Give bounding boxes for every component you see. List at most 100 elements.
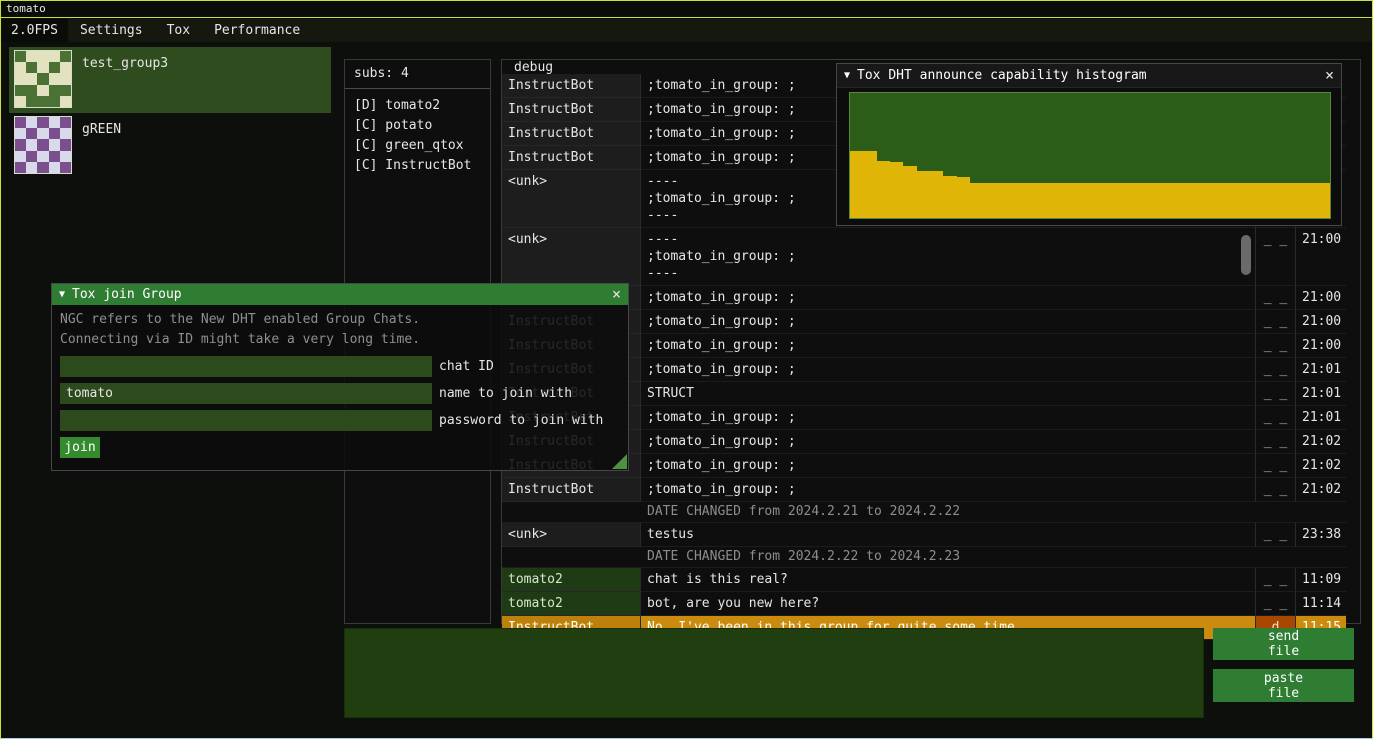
join-fields: chat IDtomatoname to join withpassword t… [60, 356, 620, 431]
histogram-bar [1050, 183, 1063, 218]
chat-scrollbar-thumb[interactable] [1241, 235, 1251, 275]
histogram-bar [943, 176, 956, 219]
message-text: ;tomato_in_group: ; [641, 454, 1256, 478]
join-field-row: chat ID [60, 356, 620, 377]
histogram-window-titlebar[interactable]: ▼ Tox DHT announce capability histogram … [837, 64, 1341, 88]
message-flags: _ _ [1256, 478, 1296, 502]
menu-item-performance[interactable]: Performance [202, 19, 312, 42]
message-text: chat is this real? [641, 568, 1256, 592]
histogram-bar [1023, 183, 1036, 218]
join-info-line: NGC refers to the New DHT enabled Group … [60, 310, 620, 330]
app-window: tomato 2.0FPS SettingsToxPerformance tes… [0, 0, 1373, 739]
message-sender: InstructBot [502, 122, 641, 146]
histogram-bar [1010, 183, 1023, 218]
chat-message-row[interactable]: <unk>---- ;tomato_in_group: ; ----_ _21:… [502, 228, 1347, 286]
message-sender: tomato2 [502, 568, 641, 592]
message-time: 21:00 [1296, 286, 1346, 310]
collapse-arrow-icon[interactable]: ▼ [844, 70, 850, 81]
message-time: 21:01 [1296, 406, 1346, 430]
histogram-window: ▼ Tox DHT announce capability histogram … [836, 63, 1342, 226]
resize-grip[interactable] [612, 454, 627, 469]
histogram-bar [863, 151, 876, 219]
histogram-bar [1210, 183, 1223, 218]
histogram-bar [1143, 183, 1156, 218]
message-time: 11:14 [1296, 592, 1346, 616]
close-icon[interactable]: × [612, 287, 621, 302]
message-text: ;tomato_in_group: ; [641, 358, 1256, 382]
menu-item-tox[interactable]: Tox [155, 19, 202, 42]
paste-file-button[interactable]: paste file [1213, 669, 1354, 702]
histogram-bar [903, 166, 916, 219]
histogram-bar [1303, 183, 1316, 218]
join-window-title: Tox join Group [72, 287, 182, 302]
members-separator [345, 88, 490, 89]
chat-message-row[interactable]: tomato2bot, are you new here?_ _11:14 [502, 592, 1347, 616]
message-text: ;tomato_in_group: ; [641, 310, 1256, 334]
member-item[interactable]: [C] green_qtox [354, 136, 481, 156]
message-time: 21:02 [1296, 430, 1346, 454]
tab-debug[interactable]: debug [514, 61, 553, 74]
fps-counter: 2.0FPS [1, 19, 68, 42]
name-to-join-with-input[interactable]: tomato [60, 383, 432, 404]
histogram-bar [983, 183, 996, 218]
send-file-button[interactable]: send file [1213, 628, 1354, 660]
message-flags: _ _ [1256, 592, 1296, 616]
histogram-bar [957, 177, 970, 218]
member-item[interactable]: [D] tomato2 [354, 96, 481, 116]
member-item[interactable]: [C] InstructBot [354, 156, 481, 176]
member-item[interactable]: [C] potato [354, 116, 481, 136]
histogram-bar [877, 161, 890, 219]
menu-bar: 2.0FPS SettingsToxPerformance [1, 19, 1372, 42]
message-sender: InstructBot [502, 146, 641, 170]
members-list: [D] tomato2[C] potato[C] green_qtox[C] I… [354, 96, 481, 176]
password-to-join-with-label: password to join with [439, 413, 603, 428]
chat-message-row[interactable]: InstructBot;tomato_in_group: ;_ _21:02 [502, 478, 1347, 502]
message-time: 21:01 [1296, 358, 1346, 382]
chat-id-label: chat ID [439, 359, 494, 374]
message-sender: <unk> [502, 523, 641, 547]
members-panel-title: subs: 4 [354, 65, 481, 83]
window-titlebar[interactable]: tomato [1, 1, 1372, 18]
close-icon[interactable]: × [1325, 68, 1334, 83]
menu-items: SettingsToxPerformance [68, 19, 312, 42]
histogram-bar [1223, 183, 1236, 218]
histogram-bar [1077, 183, 1090, 218]
chat-message-row[interactable]: <unk>testus_ _23:38 [502, 523, 1347, 547]
message-text: ;tomato_in_group: ; [641, 286, 1256, 310]
chat-message-row[interactable]: tomato2chat is this real?_ _11:09 [502, 568, 1347, 592]
message-text: ;tomato_in_group: ; [641, 334, 1256, 358]
message-time: 23:38 [1296, 523, 1346, 547]
message-time: 21:00 [1296, 310, 1346, 334]
histogram-bar [1103, 183, 1116, 218]
menu-item-settings[interactable]: Settings [68, 19, 155, 42]
group-avatar [14, 50, 72, 108]
message-text: ---- ;tomato_in_group: ; ---- [641, 228, 1256, 286]
join-field-row: password to join with [60, 410, 620, 431]
group-item-test_group3[interactable]: test_group3 [9, 47, 331, 113]
histogram-bar [997, 183, 1010, 218]
histogram-bar [1117, 183, 1130, 218]
message-time: 21:00 [1296, 228, 1346, 286]
message-flags: _ _ [1256, 310, 1296, 334]
message-time: 21:02 [1296, 478, 1346, 502]
join-group-window: ▼ Tox join Group × NGC refers to the New… [51, 283, 629, 471]
message-flags: _ _ [1256, 523, 1296, 547]
message-input[interactable] [344, 628, 1204, 718]
group-name: test_group3 [82, 56, 168, 113]
histogram-bar [1290, 183, 1303, 218]
join-window-body: NGC refers to the New DHT enabled Group … [52, 305, 628, 463]
join-window-titlebar[interactable]: ▼ Tox join Group × [52, 284, 628, 305]
histogram-bar [1090, 183, 1103, 218]
chat-id-input[interactable] [60, 356, 432, 377]
histogram-bar [1037, 183, 1050, 218]
password-to-join-with-input[interactable] [60, 410, 432, 431]
message-flags: _ _ [1256, 334, 1296, 358]
message-text: ;tomato_in_group: ; [641, 478, 1256, 502]
collapse-arrow-icon[interactable]: ▼ [59, 289, 65, 300]
message-time: 21:02 [1296, 454, 1346, 478]
join-button[interactable]: join [60, 437, 100, 458]
group-avatar [14, 116, 72, 174]
message-flags: _ _ [1256, 454, 1296, 478]
histogram-bar [917, 171, 930, 219]
group-item-gREEN[interactable]: gREEN [9, 113, 331, 173]
